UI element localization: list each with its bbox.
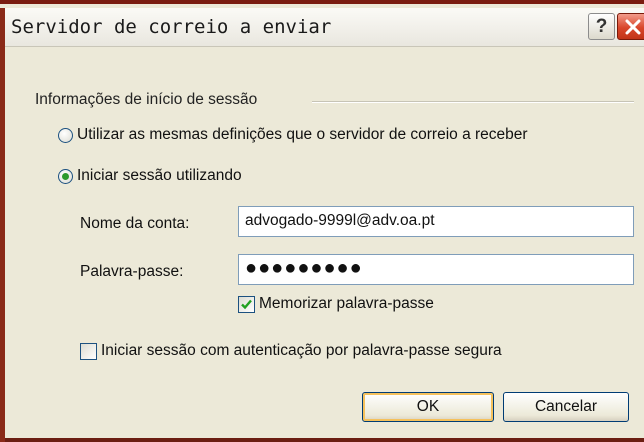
help-button[interactable]: ? xyxy=(588,13,615,40)
secure-password-auth-label: Iniciar sessão com autenticação por pala… xyxy=(101,342,502,359)
secure-password-auth-checkbox[interactable] xyxy=(80,342,97,360)
window-border xyxy=(0,8,5,442)
password-input[interactable]: ●●●●●●●●● xyxy=(238,254,634,285)
radio-login-using-label: Iniciar sessão utilizando xyxy=(77,167,242,184)
account-name-label: Nome da conta: xyxy=(80,215,190,232)
account-name-input[interactable]: advogado-9999l@adv.oa.pt xyxy=(238,206,634,237)
password-label: Palavra-passe: xyxy=(80,263,184,280)
close-icon xyxy=(625,19,641,34)
remember-password-checkbox[interactable] xyxy=(238,295,255,313)
close-button[interactable] xyxy=(617,13,644,40)
login-group-title: Informações de início de sessão xyxy=(35,91,266,109)
checkmark-icon xyxy=(241,299,252,309)
remember-password-label: Memorizar palavra-passe xyxy=(259,295,434,312)
ok-button[interactable]: OK xyxy=(362,392,494,422)
radio-login-using[interactable]: Iniciar sessão utilizando xyxy=(58,167,242,185)
radio-same-settings[interactable]: Utilizar as mesmas definições que o serv… xyxy=(58,126,528,144)
help-icon: ? xyxy=(595,15,608,37)
radio-button[interactable] xyxy=(58,127,73,143)
group-divider xyxy=(312,101,634,103)
title-bar[interactable]: Servidor de correio a enviar ? xyxy=(5,8,644,47)
radio-button-selected[interactable] xyxy=(58,168,73,184)
remember-password-option[interactable]: Memorizar palavra-passe xyxy=(238,295,434,313)
cancel-button[interactable]: Cancelar xyxy=(503,392,629,422)
dialog-window: Servidor de correio a enviar ? Informaçõ… xyxy=(0,0,644,442)
window-title: Servidor de correio a enviar xyxy=(11,16,332,38)
secure-password-auth-option[interactable]: Iniciar sessão com autenticação por pala… xyxy=(80,342,502,360)
radio-same-settings-label: Utilizar as mesmas definições que o serv… xyxy=(77,126,528,143)
